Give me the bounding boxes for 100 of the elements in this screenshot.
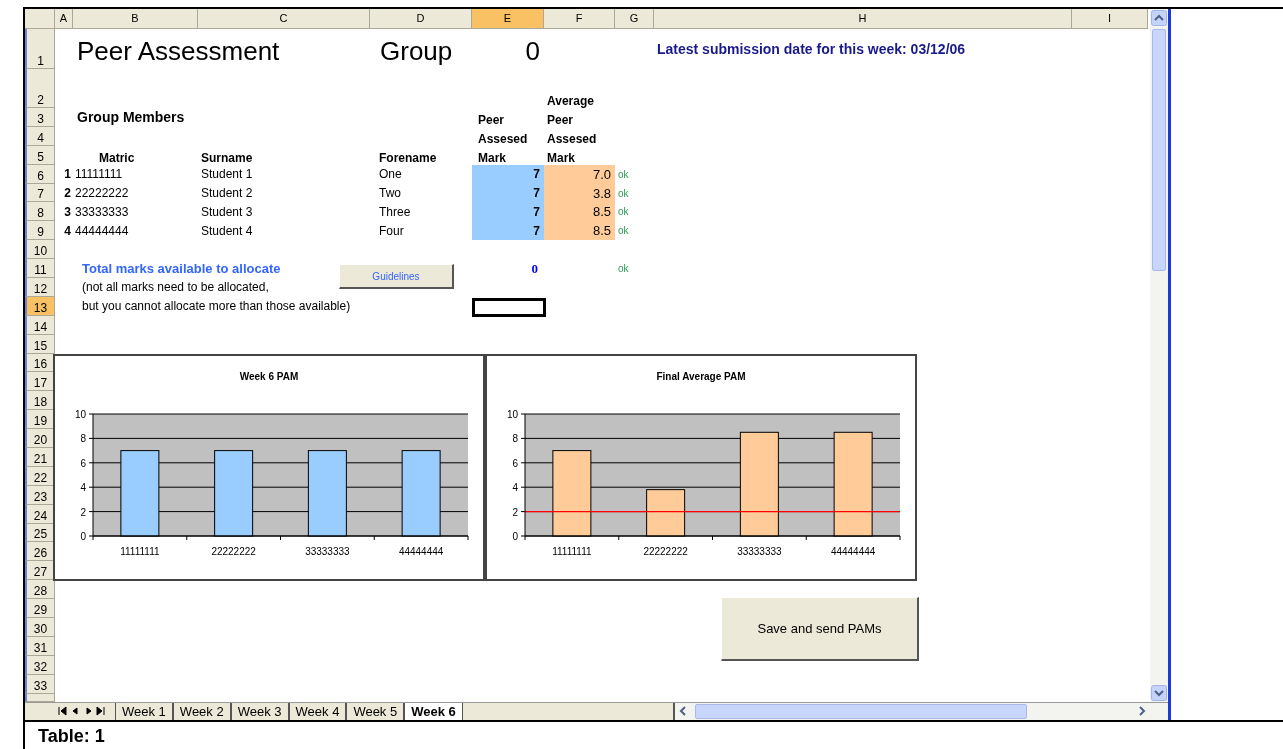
group-number: 0 [525,36,541,68]
axis-label: 0 [512,531,518,542]
table-cell-text: Student 4 [200,222,254,240]
axis-label: 44444444 [398,546,444,557]
horizontal-scrollbar[interactable] [672,702,1168,720]
axis-label: 22222222 [211,546,256,557]
row-header[interactable]: 10 [25,240,55,260]
vertical-scrollbar[interactable] [1150,9,1168,702]
column-header[interactable]: E [472,9,544,29]
axis-label: 4 [80,482,86,494]
table-cell-text: Three [378,203,412,221]
row-header[interactable]: 26 [25,542,55,562]
row-header[interactable]: 1 [25,29,55,69]
row-header[interactable]: 17 [25,372,55,392]
scroll-thumb[interactable] [1152,29,1166,271]
axis-label: 11111111 [552,546,592,557]
column-header[interactable]: A [55,9,73,29]
column-heading: Surname [200,150,254,165]
sheet-tab[interactable]: Week 1 [115,702,173,720]
row-header[interactable]: 2 [25,69,55,108]
axis-label: 2 [80,506,86,518]
sheet-tab[interactable]: Week 3 [230,702,289,720]
scroll-up-icon[interactable] [1151,10,1167,26]
column-header[interactable]: C [198,9,370,29]
column-header[interactable]: I [1072,9,1148,29]
column-header[interactable]: B [73,9,198,29]
sheet-tab[interactable]: Week 6 [404,702,463,720]
table-cell-text: Student 1 [200,166,254,184]
guidelines-button[interactable]: Guidelines [339,264,454,289]
axis-label: 10 [506,409,518,420]
row-number: 3 [63,203,72,221]
section-heading: Group Members [76,109,186,126]
deadline-text: Latest submission date for this week: 03/12/06 [656,41,967,57]
row-header[interactable]: 19 [25,410,55,430]
status-text: ok [617,262,630,277]
column-heading: Forename [378,150,438,165]
column-header[interactable]: F [544,9,615,29]
row-header[interactable]: 9 [25,221,55,241]
axis-label: 33333333 [737,546,782,557]
row-header[interactable]: 12 [25,278,55,297]
selected-cell[interactable] [472,297,546,317]
table-cell-text: Student 3 [200,203,254,221]
table-cell-text: Student 2 [200,185,254,202]
axis-label: 2 [512,506,518,518]
axis-label: 11111111 [120,546,160,557]
axis-label: 10 [74,409,86,420]
mark-input-cell[interactable]: 7 [472,164,544,184]
table-cell: 8.5 [544,202,615,222]
status-text: ok [617,167,630,182]
table-cell-text: Four [378,222,405,240]
sheet-tab[interactable]: Week 5 [346,702,405,720]
group-label: Group [379,36,454,68]
axis-label: 4 [512,482,518,494]
column-header[interactable]: H [654,9,1072,29]
sheet-tab[interactable]: Week 2 [172,702,231,720]
column-heading: Mark [546,150,576,165]
column-heading: Mark [477,150,507,165]
row-header[interactable]: 20 [25,429,55,449]
row-header[interactable]: 11 [25,259,55,278]
total-label: Total marks available to allocate [81,261,282,277]
row-header[interactable]: 29 [25,599,55,619]
column-heading: Peer [546,112,575,127]
row-number: 4 [63,222,72,240]
table-cell-text: 11111111 [74,166,124,184]
table-cell: 8.5 [544,221,615,241]
scroll-down-icon[interactable] [1151,684,1167,701]
table-caption: Table: 1 [37,725,106,748]
table-cell-text: 44444444 [74,222,130,240]
row-header[interactable]: 8 [25,202,55,222]
row-number: 1 [63,166,72,184]
scroll-thumb[interactable] [694,703,1027,719]
axis-label: 44444444 [830,546,876,557]
row-header[interactable]: 28 [25,580,55,600]
mark-input-cell[interactable]: 7 [472,202,544,222]
axis-label: 6 [512,457,518,469]
column-header[interactable]: G [615,9,654,29]
row-header[interactable] [25,693,55,702]
save-button[interactable]: Save and send PAMs [721,597,919,661]
chart-title: Final Average PAM [656,371,746,382]
axis-label: 8 [512,433,518,445]
status-text: ok [617,205,630,220]
column-heading: Peer [477,112,506,127]
chart-title: Week 6 PAM [239,371,299,382]
note-text: (not all marks need to be allocated, [81,280,270,295]
note-text: but you cannot allocate more than those available) [81,299,352,314]
row-header[interactable]: 27 [25,561,55,581]
column-header[interactable]: D [370,9,472,29]
table-cell-text: Two [378,185,402,202]
column-heading: Average [546,94,595,108]
axis-label: 0 [80,531,86,542]
table-cell: 7.0 [544,164,615,184]
total-value: 0 [531,260,539,277]
row-header[interactable]: 30 [25,618,55,637]
axis-label: 22222222 [643,546,688,557]
row-header[interactable]: 18 [25,391,55,411]
mark-input-cell[interactable]: 7 [472,221,544,241]
sheet-tab[interactable]: Week 4 [288,702,347,720]
row-header[interactable]: 3 [25,108,55,127]
row-header[interactable]: 21 [25,448,55,467]
table-cell-text: One [378,166,403,184]
